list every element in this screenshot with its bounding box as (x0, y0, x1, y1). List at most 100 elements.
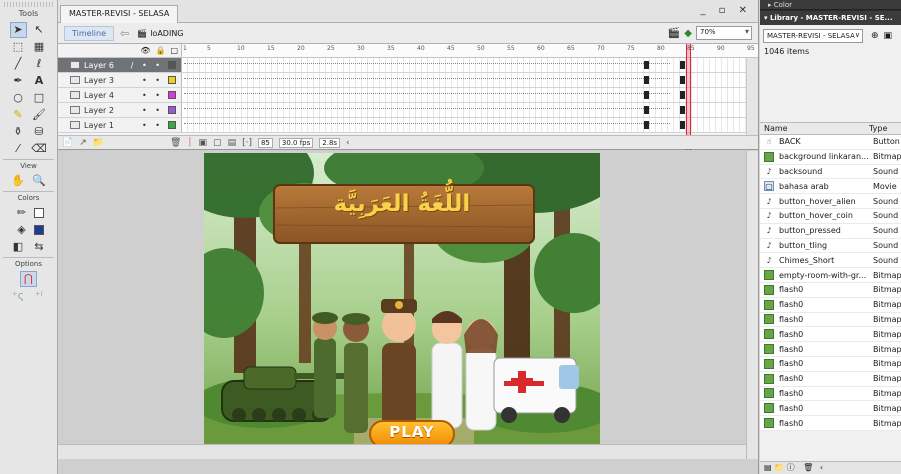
layer-visibility-dots[interactable]: • • (142, 91, 163, 100)
play-button[interactable]: PLAY (370, 423, 454, 441)
stroke-swatch[interactable] (34, 207, 44, 218)
library-item[interactable]: flash0 Bitmap (760, 327, 901, 343)
pen-tool-icon[interactable]: ✒ (10, 73, 27, 89)
layer-visibility-dots[interactable]: • • (142, 121, 163, 130)
layer-visibility-dots[interactable]: • • (142, 76, 163, 85)
timeline-scrollbar[interactable] (746, 58, 758, 136)
layer-frames[interactable] (182, 73, 758, 87)
library-item[interactable]: flash0 Bitmap (760, 297, 901, 313)
frame-ruler[interactable]: 1 5 10 15 20 25 30 35 40 45 50 55 60 65 70 75 80 85 90 95 (182, 44, 758, 57)
timeline-button[interactable]: Timeline (64, 25, 115, 41)
layer-row[interactable]: Layer 1 • • (58, 118, 758, 133)
layer-name-cell[interactable]: Layer 4 • • (58, 88, 182, 102)
stage[interactable]: اللُّغَةُ العَرَبِيَّة PLAY (204, 153, 600, 456)
subselection-tool-icon[interactable]: ↖ (31, 22, 48, 38)
stage-vertical-scrollbar[interactable] (746, 151, 758, 459)
library-item[interactable]: flash0 Bitmap (760, 342, 901, 357)
selection-tool-icon[interactable]: ➤ (9, 21, 27, 38)
stage-horizontal-scrollbar[interactable] (58, 444, 747, 459)
center-frame-icon[interactable]: ⏐ (187, 138, 192, 148)
free-transform-icon[interactable]: ⬚ (10, 39, 27, 55)
window-controls[interactable]: _ ▫ ✕ (700, 5, 752, 16)
keyframe[interactable] (644, 106, 649, 114)
eye-icon[interactable]: 👁 (140, 46, 150, 55)
ink-bottle-icon[interactable]: ⚱ (10, 124, 27, 140)
layer-color-square[interactable] (168, 121, 176, 129)
layer-color-square[interactable] (168, 61, 176, 69)
swap-colors-icon[interactable]: ⇆ (31, 239, 48, 255)
layer-frames[interactable] (182, 118, 758, 132)
edit-symbol-icon[interactable]: ◆ (684, 28, 692, 39)
library-item[interactable]: ♪ backsound Sound (760, 164, 901, 180)
edit-multiple-icon[interactable]: ▤ (228, 138, 237, 148)
onion-skin-icon[interactable]: ▣ (199, 138, 208, 148)
new-layer-icon[interactable]: 📄 (62, 138, 73, 148)
snap-magnet-icon[interactable]: ⋂ (20, 270, 37, 287)
paint-bucket-icon[interactable]: ⛁ (31, 124, 48, 140)
scroll-left-icon[interactable]: ‹ (346, 138, 350, 148)
pin-icon[interactable]: ⊕ (871, 31, 879, 41)
layer-row[interactable]: Layer 3 • • (58, 73, 758, 88)
library-item[interactable]: flash0 Bitmap (760, 386, 901, 402)
color-panel-header[interactable]: ▸ Color (760, 0, 901, 10)
library-item[interactable]: ♪ button_tling Sound (760, 238, 901, 254)
type-column-header[interactable]: Type (869, 124, 897, 133)
fill-color-icon[interactable]: ◈ (13, 222, 30, 238)
outline-icon[interactable]: □ (170, 46, 178, 55)
new-library-icon[interactable]: ▣ (884, 31, 893, 41)
layer-visibility-dots[interactable]: / • • (131, 61, 163, 70)
keyframe[interactable] (644, 121, 649, 129)
keyframe[interactable] (644, 76, 649, 84)
text-tool-icon[interactable]: A (31, 73, 48, 89)
zoom-tool-icon[interactable]: 🔍 (31, 173, 48, 189)
keyframe[interactable] (680, 91, 685, 99)
edit-scene-icon[interactable]: 🎬 (668, 28, 680, 39)
delete-layer-icon[interactable]: 🗑 (170, 138, 181, 148)
oval-tool-icon[interactable]: ○ (10, 90, 27, 106)
keyframe[interactable] (644, 91, 649, 99)
onion-outline-icon[interactable]: ▢ (213, 138, 222, 148)
smooth-icon[interactable]: ⁺ς (10, 288, 27, 304)
keyframe[interactable] (680, 121, 685, 129)
layer-frames[interactable] (182, 103, 758, 117)
straighten-icon[interactable]: ⁺⁽ (31, 288, 48, 304)
brush-tool-icon[interactable]: 🖌 (31, 107, 48, 123)
new-folder-icon[interactable]: 📁 (774, 463, 784, 472)
name-column-header[interactable]: Name (764, 124, 869, 133)
new-symbol-icon[interactable]: ▤ (764, 463, 772, 472)
library-item[interactable]: flash0 Bitmap (760, 401, 901, 417)
layer-row[interactable]: Layer 2 • • (58, 103, 758, 118)
library-document-select[interactable]: MASTER-REVISI - SELASA (763, 29, 863, 43)
library-item[interactable]: ☝ BACK Button (760, 135, 901, 150)
lock-icon[interactable]: 🔒 (155, 46, 165, 55)
back-arrow-icon[interactable]: ⇦ (120, 27, 129, 40)
library-item[interactable]: ♪ button_hover_alien Sound (760, 194, 901, 209)
keyframe[interactable] (680, 76, 685, 84)
gradient-transform-icon[interactable]: ▦ (31, 39, 48, 55)
scene-breadcrumb[interactable]: 🎬 loADING (137, 29, 183, 38)
library-item[interactable]: flash0 Bitmap (760, 356, 901, 372)
layer-name-cell[interactable]: Layer 6 / • • (58, 58, 182, 72)
library-item[interactable]: background linkaran... Bitmap (760, 149, 901, 165)
layer-color-square[interactable] (168, 106, 176, 114)
eraser-tool-icon[interactable]: ⌫ (31, 141, 48, 157)
pencil-tool-icon[interactable]: ✎ (10, 107, 27, 123)
layer-row[interactable]: Layer 4 • • (58, 88, 758, 103)
library-item[interactable]: flash0 Bitmap (760, 312, 901, 328)
library-item[interactable]: ▢ bahasa arab Movie (760, 179, 901, 195)
eyedropper-icon[interactable]: ⁄ (10, 141, 27, 157)
onion-markers-icon[interactable]: [·] (242, 138, 252, 148)
panel-grip[interactable] (4, 2, 53, 7)
layer-color-square[interactable] (168, 76, 176, 84)
layer-name-cell[interactable]: Layer 2 • • (58, 103, 182, 117)
layer-row[interactable]: Layer 6 / • • (58, 58, 758, 73)
fill-swatch[interactable] (34, 224, 44, 235)
stroke-color-icon[interactable]: ✏ (13, 205, 30, 221)
layer-color-square[interactable] (168, 91, 176, 99)
library-item[interactable]: ♪ button_pressed Sound (760, 223, 901, 239)
library-item[interactable]: flash0 Bitmap (760, 282, 901, 298)
keyframe[interactable] (680, 61, 685, 69)
keyframe[interactable] (644, 61, 649, 69)
default-colors-icon[interactable]: ◧ (10, 239, 27, 255)
library-panel-header[interactable]: ▾ Library - MASTER-REVISI - SE... (760, 11, 901, 25)
